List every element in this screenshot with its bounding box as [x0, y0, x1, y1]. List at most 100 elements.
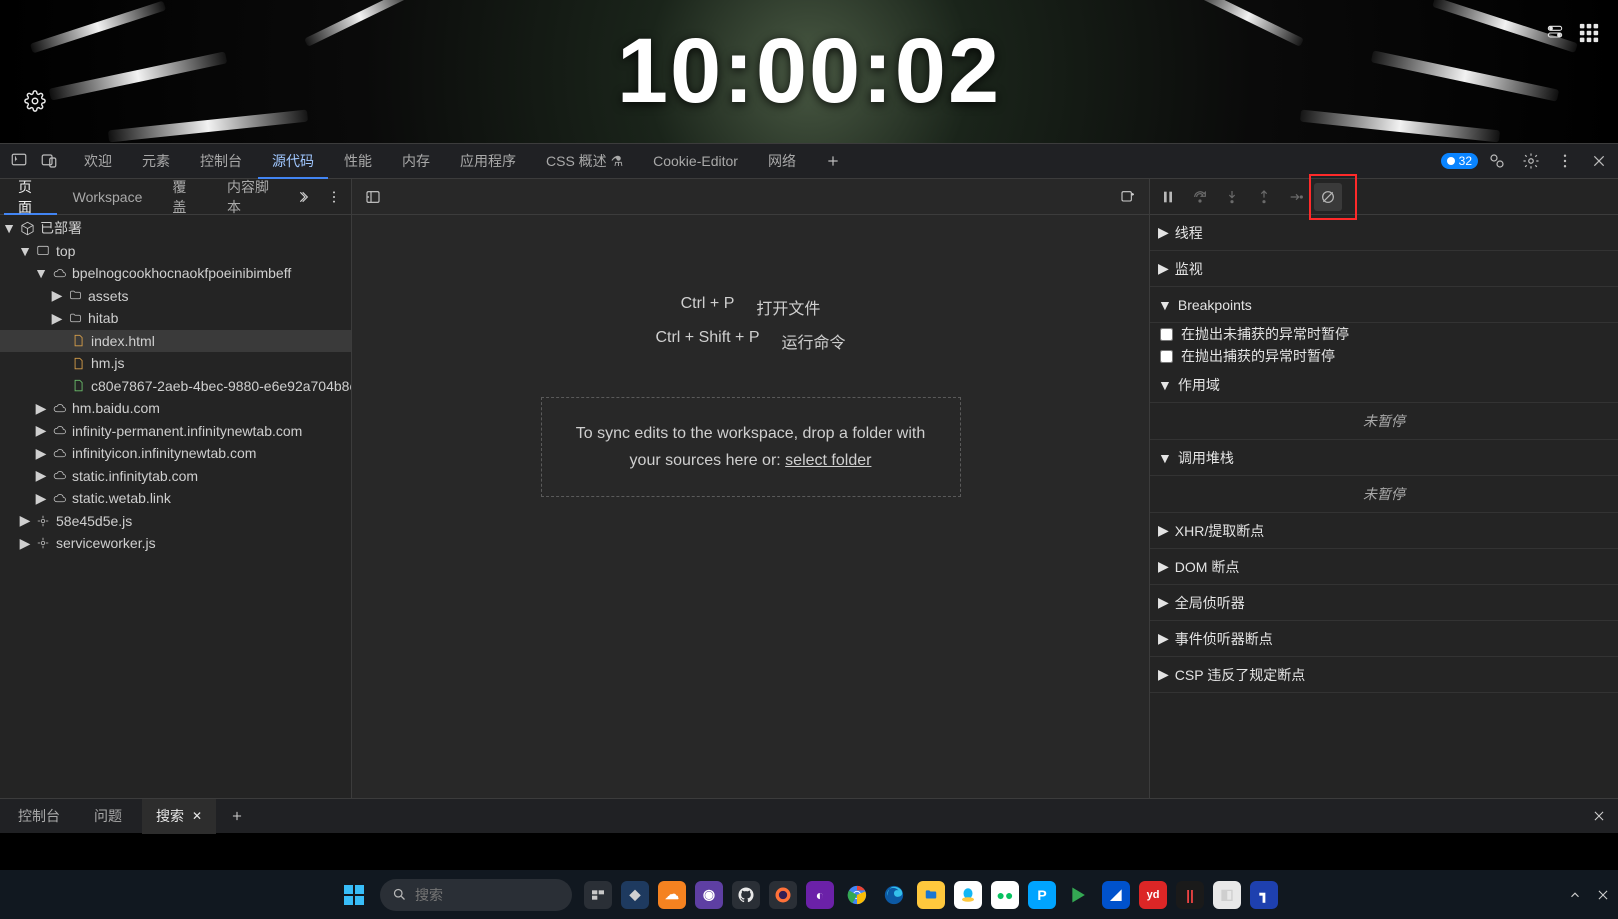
app-yd[interactable]: yd: [1139, 881, 1167, 909]
chevron-right-icon[interactable]: ▶: [36, 467, 46, 484]
subtab-contentscripts[interactable]: 内容脚本: [213, 179, 290, 215]
toggle-sidebar-icon[interactable]: [358, 182, 388, 212]
toggle-icon[interactable]: [1544, 22, 1566, 44]
section-scope[interactable]: ▼作用域: [1150, 367, 1618, 403]
animation-icon[interactable]: [1482, 146, 1512, 176]
tab-sources[interactable]: 源代码: [258, 143, 328, 179]
app-explorer[interactable]: [917, 881, 945, 909]
tree-file-hm[interactable]: hm.js: [0, 352, 351, 375]
app-edge-alt[interactable]: ◆: [621, 881, 649, 909]
tree-domain-infperm[interactable]: ▶infinity-permanent.infinitynewtab.com: [0, 420, 351, 443]
step-out-icon[interactable]: [1250, 183, 1278, 211]
chevron-right-icon[interactable]: ▶: [36, 422, 46, 439]
app-edge[interactable]: [880, 881, 908, 909]
issues-badge[interactable]: 32: [1441, 153, 1478, 169]
uncaught-checkbox[interactable]: [1160, 328, 1173, 341]
chevron-down-icon[interactable]: ▼: [20, 243, 30, 259]
new-snippet-icon[interactable]: [1113, 182, 1143, 212]
chevron-right-icon[interactable]: ▶: [52, 310, 62, 327]
drawer-tab-issues[interactable]: 问题: [80, 799, 136, 834]
step-into-icon[interactable]: [1218, 183, 1246, 211]
app-github[interactable]: [732, 881, 760, 909]
drawer-tab-search[interactable]: 搜索 ✕: [142, 799, 216, 834]
tree-domain-baidu[interactable]: ▶hm.baidu.com: [0, 397, 351, 420]
app-cloud[interactable]: ☁: [658, 881, 686, 909]
close-icon[interactable]: [1584, 801, 1614, 831]
app-blue[interactable]: ◢: [1102, 881, 1130, 909]
chevron-down-icon[interactable]: ▼: [4, 220, 14, 236]
tab-welcome[interactable]: 欢迎: [70, 143, 126, 179]
tab-console[interactable]: 控制台: [186, 143, 256, 179]
app-tor[interactable]: ◐: [806, 881, 834, 909]
chevron-right-icon[interactable]: [292, 182, 318, 212]
start-button[interactable]: [336, 877, 372, 913]
section-watch[interactable]: ▶监视: [1150, 251, 1618, 287]
gear-icon[interactable]: [24, 90, 46, 112]
plus-icon[interactable]: [222, 801, 252, 831]
close-icon[interactable]: ✕: [192, 809, 202, 823]
app-purple[interactable]: ◉: [695, 881, 723, 909]
tree-extension[interactable]: ▼bpelnogcookhocnaokfpoeinibimbeff: [0, 262, 351, 285]
section-global[interactable]: ▶全局侦听器: [1150, 585, 1618, 621]
tab-performance[interactable]: 性能: [330, 143, 386, 179]
app-taskview[interactable]: [584, 881, 612, 909]
grid-icon[interactable]: [1578, 22, 1600, 44]
caught-checkbox[interactable]: [1160, 350, 1173, 363]
chevron-right-icon[interactable]: ▶: [36, 490, 46, 507]
breakpoint-uncaught-row[interactable]: 在抛出未捕获的异常时暂停: [1150, 323, 1618, 345]
chevron-right-icon[interactable]: ▶: [20, 535, 30, 552]
chevron-right-icon[interactable]: ▶: [36, 445, 46, 462]
tab-elements[interactable]: 元素: [128, 143, 184, 179]
section-xhr[interactable]: ▶XHR/提取断点: [1150, 513, 1618, 549]
tree-chunk[interactable]: ▶58e45d5e.js: [0, 510, 351, 533]
subtab-overrides[interactable]: 覆盖: [158, 179, 211, 215]
tree-file-guid[interactable]: c80e7867-2aeb-4bec-9880-e6e92a704b8e: [0, 375, 351, 398]
breakpoint-caught-row[interactable]: 在抛出捕获的异常时暂停: [1150, 345, 1618, 367]
tab-cssoverview[interactable]: CSS 概述 ⚗: [532, 143, 637, 179]
app-t[interactable]: ┓: [1250, 881, 1278, 909]
app-play[interactable]: [1065, 881, 1093, 909]
section-csp[interactable]: ▶CSP 违反了规定断点: [1150, 657, 1618, 693]
tree-domain-inficon[interactable]: ▶infinityicon.infinitynewtab.com: [0, 442, 351, 465]
section-dom[interactable]: ▶DOM 断点: [1150, 549, 1618, 585]
subtab-page[interactable]: 页面: [4, 179, 57, 215]
app-p[interactable]: P: [1028, 881, 1056, 909]
tab-cookieeditor[interactable]: Cookie-Editor: [639, 143, 752, 179]
kebab-icon[interactable]: [1550, 146, 1580, 176]
tree-sw[interactable]: ▶serviceworker.js: [0, 532, 351, 555]
close-icon[interactable]: [1584, 146, 1614, 176]
tree-domain-statinf[interactable]: ▶static.infinitytab.com: [0, 465, 351, 488]
chevron-right-icon[interactable]: ▶: [20, 512, 30, 529]
disable-breakpoints-icon[interactable]: [1314, 183, 1342, 211]
app-grey[interactable]: ◧: [1213, 881, 1241, 909]
app-red-bars[interactable]: ||: [1176, 881, 1204, 909]
chevron-right-icon[interactable]: ▶: [52, 287, 62, 304]
section-threads[interactable]: ▶线程: [1150, 215, 1618, 251]
tray-chevron-up-icon[interactable]: [1568, 888, 1582, 902]
tree-folder-hitab[interactable]: ▶hitab: [0, 307, 351, 330]
plus-icon[interactable]: [818, 146, 848, 176]
taskbar-search[interactable]: [380, 879, 572, 911]
gear-icon[interactable]: [1516, 146, 1546, 176]
step-over-icon[interactable]: [1186, 183, 1214, 211]
tab-memory[interactable]: 内存: [388, 143, 444, 179]
file-tree[interactable]: ▼已部署 ▼top ▼bpelnogcookhocnaokfpoeinibimb…: [0, 215, 351, 798]
tab-application[interactable]: 应用程序: [446, 143, 530, 179]
section-breakpoints[interactable]: ▼Breakpoints: [1150, 287, 1618, 323]
tree-root[interactable]: ▼已部署: [0, 217, 351, 240]
tab-network[interactable]: 网络: [754, 143, 810, 179]
subtab-workspace[interactable]: Workspace: [59, 179, 157, 215]
app-wechat[interactable]: ●●: [991, 881, 1019, 909]
taskbar-search-input[interactable]: [415, 887, 560, 903]
workspace-dropzone[interactable]: To sync edits to the workspace, drop a f…: [541, 397, 961, 497]
step-icon[interactable]: [1282, 183, 1310, 211]
tree-top[interactable]: ▼top: [0, 240, 351, 263]
tree-file-index[interactable]: index.html: [0, 330, 351, 353]
tree-domain-statwetab[interactable]: ▶static.wetab.link: [0, 487, 351, 510]
app-chrome[interactable]: [843, 881, 871, 909]
section-event[interactable]: ▶事件侦听器断点: [1150, 621, 1618, 657]
drawer-tab-console[interactable]: 控制台: [4, 799, 74, 834]
inspect-icon[interactable]: [4, 146, 34, 176]
tray-close-icon[interactable]: [1596, 888, 1610, 902]
app-qq[interactable]: [954, 881, 982, 909]
